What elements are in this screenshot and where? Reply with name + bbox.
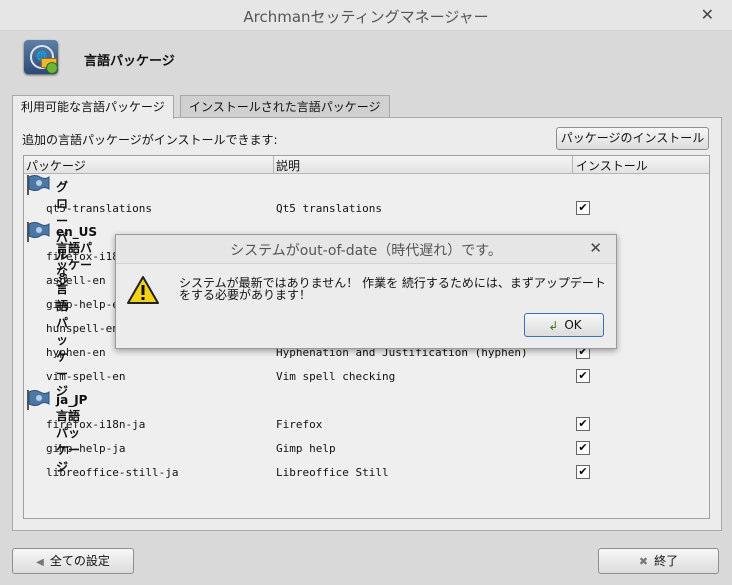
install-checkbox[interactable]: ✔ bbox=[576, 417, 590, 431]
tab-available-packages[interactable]: 利用可能な言語パッケージ bbox=[12, 95, 174, 119]
out-of-date-dialog: システムがout-of-date（時代遅れ）です。 ✕ システムが最新ではありま… bbox=[115, 234, 617, 349]
dialog-close-icon[interactable]: ✕ bbox=[589, 239, 602, 257]
package-name: gimp-help-en bbox=[46, 298, 126, 311]
column-description[interactable]: 説明 bbox=[276, 157, 300, 174]
install-packages-button[interactable]: パッケージのインストール bbox=[556, 127, 709, 150]
flag-icon bbox=[27, 175, 50, 195]
install-checkbox[interactable]: ✔ bbox=[576, 201, 590, 215]
table-row[interactable]: libreoffice-still-ja Libreoffice Still ✔ bbox=[24, 462, 709, 484]
column-install[interactable]: インストール bbox=[576, 157, 648, 174]
package-name: hunspell-en bbox=[46, 322, 119, 335]
tab-installed-packages[interactable]: インストールされた言語パッケージ bbox=[180, 95, 390, 118]
dialog-titlebar: システムがout-of-date（時代遅れ）です。 ✕ bbox=[116, 235, 616, 264]
package-description: Qt5 translations bbox=[276, 202, 382, 215]
package-description: Firefox bbox=[276, 418, 323, 431]
ok-check-icon: ↲ bbox=[548, 319, 559, 333]
quit-label: 終了 bbox=[654, 554, 679, 568]
package-name: firefox-i18n-ja bbox=[46, 418, 146, 431]
package-name: gimp-help-ja bbox=[46, 442, 126, 455]
table-row[interactable]: gimp-help-ja Gimp help ✔ bbox=[24, 438, 709, 460]
package-name: firefox-i18n bbox=[46, 250, 126, 263]
back-arrow-icon: ◀ bbox=[36, 557, 44, 568]
page-title: 言語パッケージ bbox=[84, 54, 175, 69]
package-name: aspell-en bbox=[46, 274, 106, 287]
quit-icon: ✖ bbox=[638, 555, 649, 568]
window-title: Archmanセッティングマネージャー bbox=[243, 8, 489, 26]
flag-icon bbox=[27, 390, 50, 410]
table-row[interactable]: qt5-translations Qt5 translations ✔ bbox=[24, 198, 709, 220]
ok-button[interactable]: ↲ OK bbox=[524, 313, 604, 337]
install-checkbox[interactable]: ✔ bbox=[576, 369, 590, 383]
window-titlebar: Archmanセッティングマネージャー ✕ bbox=[0, 0, 732, 31]
ok-label: OK bbox=[564, 318, 582, 332]
install-checkbox[interactable]: ✔ bbox=[576, 441, 590, 455]
dialog-message: システムが最新ではありません！ 作業を 続行するためには、まずアップデートをする… bbox=[179, 276, 606, 302]
install-checkbox[interactable]: ✔ bbox=[576, 465, 590, 479]
package-description: Gimp help bbox=[276, 442, 336, 455]
window-close-icon[interactable]: ✕ bbox=[701, 5, 714, 24]
package-name: hyphen-en bbox=[46, 346, 106, 359]
dialog-title: システムがout-of-date（時代遅れ）です。 bbox=[230, 243, 502, 259]
all-settings-label: 全ての設定 bbox=[49, 554, 110, 568]
info-label: 追加の言語パッケージがインストールできます: bbox=[22, 133, 278, 147]
language-package-icon: 🌐 bbox=[24, 40, 58, 74]
package-description: Libreoffice Still bbox=[276, 466, 389, 479]
package-name: libreoffice-still-ja bbox=[46, 466, 179, 479]
package-name: vim-spell-en bbox=[46, 370, 126, 383]
table-row[interactable]: firefox-i18n-ja Firefox ✔ bbox=[24, 414, 709, 436]
all-settings-button[interactable]: ◀ 全ての設定 bbox=[12, 548, 134, 574]
package-description: Vim spell checking bbox=[276, 370, 396, 383]
warning-icon bbox=[127, 276, 159, 304]
table-row[interactable]: vim-spell-en Vim spell checking ✔ bbox=[24, 366, 709, 388]
column-package[interactable]: パッケージ bbox=[26, 157, 86, 174]
flag-icon bbox=[27, 222, 50, 242]
package-name: qt5-translations bbox=[46, 202, 152, 215]
quit-button[interactable]: ✖ 終了 bbox=[598, 548, 719, 574]
tree-header: パッケージ 説明 インストール bbox=[24, 156, 709, 174]
